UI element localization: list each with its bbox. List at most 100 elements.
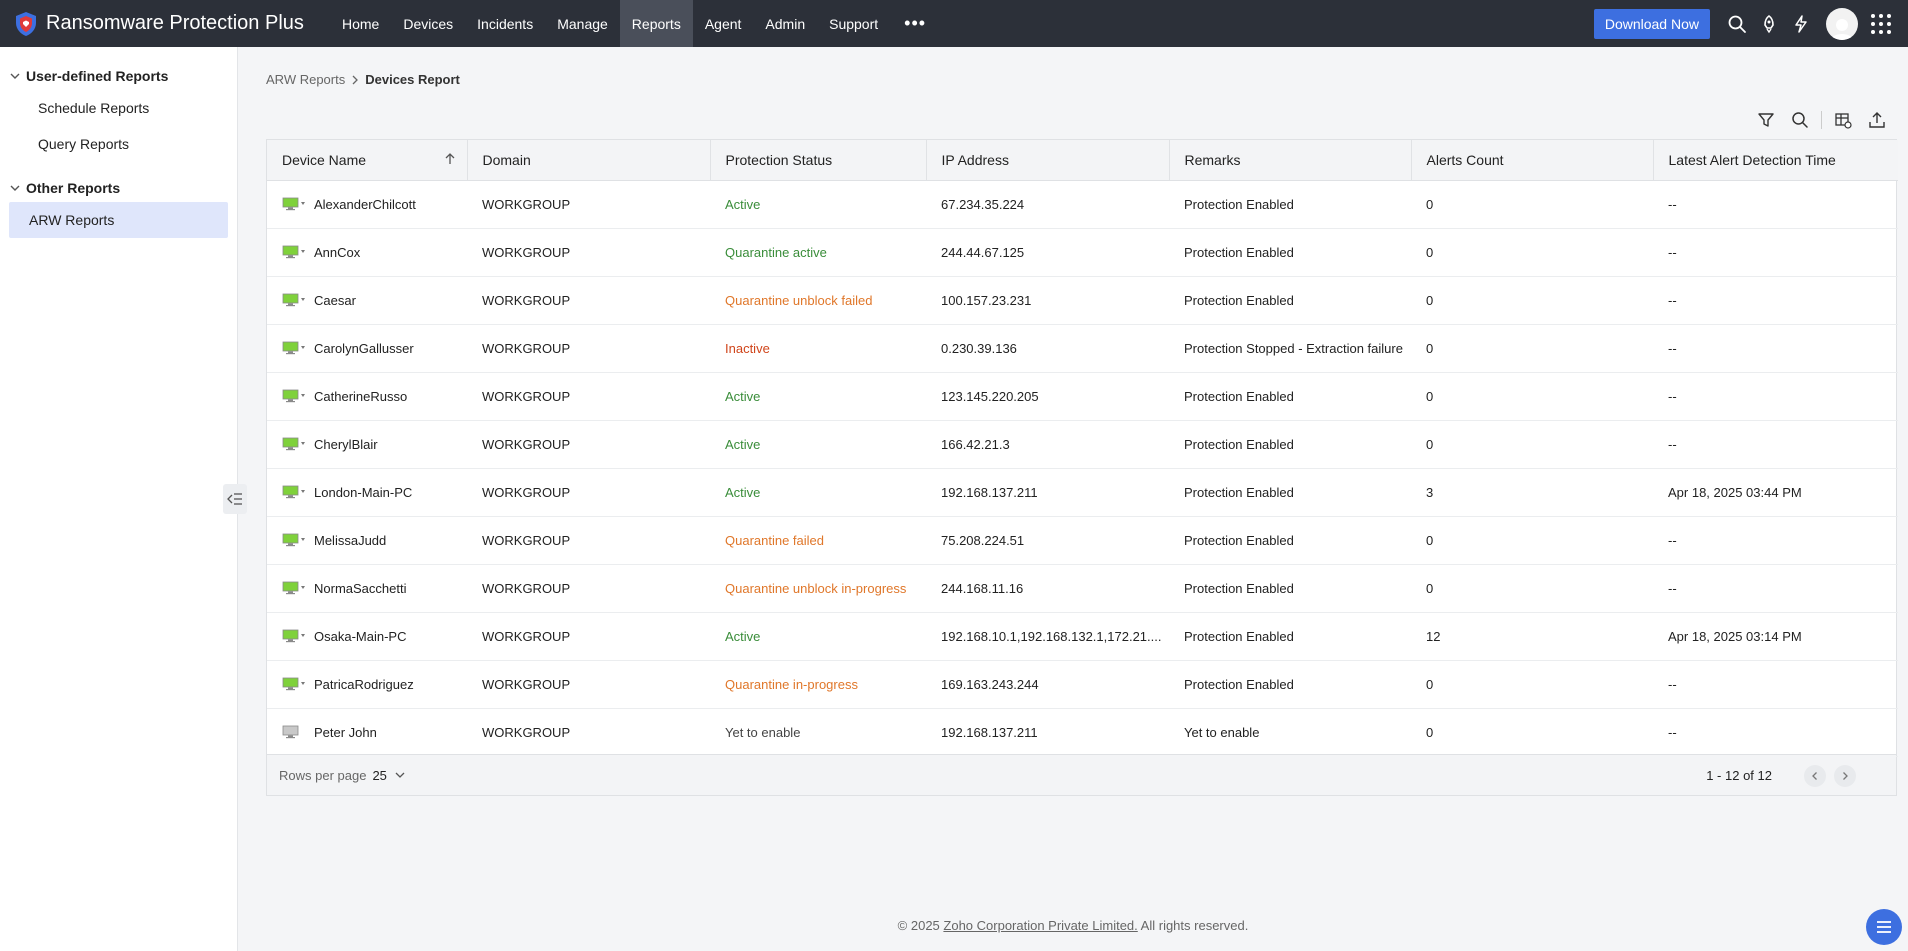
device-name-cell[interactable]: CherylBlair [267,420,467,469]
column-header-remarks[interactable]: Remarks [1169,140,1412,181]
device-name-text[interactable]: Caesar [314,293,356,308]
device-name-cell[interactable]: AlexanderChilcott [267,180,467,229]
device-name-text[interactable]: AlexanderChilcott [314,197,416,212]
nav-agent[interactable]: Agent [693,0,754,47]
help-menu-icon[interactable] [1866,909,1902,945]
device-name[interactable]: AnnCox [282,245,467,260]
protection-status-cell: Active [710,612,926,661]
table-row[interactable]: Osaka-Main-PC WORKGROUP Active 192.168.10.1… [267,612,1898,661]
device-name-text[interactable]: AnnCox [314,245,360,260]
download-now-button[interactable]: Download Now [1593,8,1710,39]
chevron-down-icon[interactable] [395,770,405,780]
nav-home[interactable]: Home [330,0,391,47]
device-name-cell[interactable]: London-Main-PC [267,468,467,517]
remarks-cell: Protection Enabled [1169,180,1411,229]
column-header-alerts-count[interactable]: Alerts Count [1411,140,1654,181]
device-name-text[interactable]: Peter John [314,725,377,740]
device-name-cell[interactable]: MelissaJudd [267,516,467,565]
chevron-down-icon [10,73,20,79]
device-name-text[interactable]: MelissaJudd [314,533,386,548]
next-page-button[interactable] [1834,764,1856,787]
monitor-icon [282,389,305,403]
breadcrumb-parent-link[interactable]: ARW Reports [266,72,345,87]
export-icon[interactable] [1860,108,1894,132]
table-row[interactable]: CherylBlair WORKGROUP Active 166.42.21.3 Pro… [267,420,1898,469]
sidebar-group-other-reports[interactable]: Other Reports [0,174,237,202]
device-name[interactable]: AlexanderChilcott [282,197,467,212]
sidebar-item-query-reports[interactable]: Query Reports [9,126,228,162]
column-header-device-name[interactable]: Device Name [267,140,468,181]
nav-admin[interactable]: Admin [753,0,817,47]
device-name-cell[interactable]: Peter John [267,708,467,757]
table-row[interactable]: CarolynGallusser WORKGROUP Inactive 0.230.3… [267,324,1898,373]
device-name[interactable]: Osaka-Main-PC [282,629,467,644]
table-row[interactable]: AnnCox WORKGROUP Quarantine active 244.44.6… [267,228,1898,277]
table-row[interactable]: MelissaJudd WORKGROUP Quarantine failed 75.… [267,516,1898,565]
device-name[interactable]: MelissaJudd [282,533,467,548]
nav-support[interactable]: Support [817,0,890,47]
column-header-latest-alert-detection-time[interactable]: Latest Alert Detection Time [1653,140,1898,181]
apps-grid-icon[interactable] [1866,9,1896,39]
device-name[interactable]: PatricaRodriguez [282,677,467,692]
sidebar-item-schedule-reports[interactable]: Schedule Reports [9,90,228,126]
device-name-text[interactable]: CatherineRusso [314,389,407,404]
copyright-suffix: All rights reserved. [1137,918,1249,933]
collapse-sidebar-icon[interactable] [223,484,247,514]
device-name-text[interactable]: CherylBlair [314,437,378,452]
device-name-text[interactable]: NormaSacchetti [314,581,406,596]
device-name-cell[interactable]: Caesar [267,276,467,325]
device-name[interactable]: CatherineRusso [282,389,467,404]
nav-manage[interactable]: Manage [545,0,620,47]
sidebar: User-defined Reports Schedule Reports Qu… [0,47,238,951]
brand[interactable]: Ransomware Protection Plus [0,11,330,37]
search-icon[interactable] [1722,9,1752,39]
device-name[interactable]: Peter John [282,725,467,740]
table-row[interactable]: CatherineRusso WORKGROUP Active 123.145.220… [267,372,1898,421]
device-name-text[interactable]: Osaka-Main-PC [314,629,406,644]
device-name-cell[interactable]: NormaSacchetti [267,564,467,613]
rocket-icon[interactable] [1754,9,1784,39]
device-name-cell[interactable]: CarolynGallusser [267,324,467,373]
table-row[interactable]: AlexanderChilcott WORKGROUP Active 67.234.3… [267,180,1898,229]
search-icon[interactable] [1783,108,1817,132]
avatar[interactable] [1826,7,1858,40]
remarks-cell: Protection Enabled [1169,612,1411,661]
sidebar-group-user-defined-reports[interactable]: User-defined Reports [0,62,237,90]
device-name-cell[interactable]: Osaka-Main-PC [267,612,467,661]
filter-icon[interactable] [1749,108,1783,132]
device-name-cell[interactable]: AnnCox [267,228,467,277]
nav-devices[interactable]: Devices [391,0,465,47]
table-row[interactable]: PatricaRodriguez WORKGROUP Quarantine in-p… [267,660,1898,709]
company-link[interactable]: Zoho Corporation Private Limited. [943,918,1137,933]
column-header-domain[interactable]: Domain [467,140,711,181]
table-row[interactable]: Caesar WORKGROUP Quarantine unblock failed… [267,276,1898,325]
latest-alert-time-cell: -- [1653,420,1898,469]
device-name-text[interactable]: London-Main-PC [314,485,412,500]
device-name[interactable]: London-Main-PC [282,485,467,500]
device-name[interactable]: Caesar [282,293,467,308]
nav-incidents[interactable]: Incidents [465,0,545,47]
device-name-text[interactable]: PatricaRodriguez [314,677,414,692]
protection-status-cell: Active [710,468,926,517]
sort-up-icon[interactable] [443,152,457,166]
table-row[interactable]: NormaSacchetti WORKGROUP Quarantine unbloc… [267,564,1898,613]
device-name[interactable]: NormaSacchetti [282,581,467,596]
nav-reports[interactable]: Reports [619,0,693,47]
device-name-cell[interactable]: CatherineRusso [267,372,467,421]
pagination: 1 - 12 of 12 [1706,755,1856,796]
device-name[interactable]: CherylBlair [282,437,467,452]
table-row[interactable]: Peter John WORKGROUP Yet to enable 192.168.… [267,708,1898,757]
nav-more-icon[interactable]: ••• [890,0,940,47]
table-row[interactable]: London-Main-PC WORKGROUP Active 192.168.137… [267,468,1898,517]
table-settings-icon[interactable] [1826,108,1860,132]
remarks-cell: Protection Enabled [1169,660,1411,709]
sidebar-item-arw-reports[interactable]: ARW Reports [9,202,228,238]
previous-page-button[interactable] [1804,764,1826,787]
column-header-ip-address[interactable]: IP Address [926,140,1170,181]
rows-per-page-select[interactable]: 25 [372,768,386,783]
device-name[interactable]: CarolynGallusser [282,341,467,356]
column-header-protection-status[interactable]: Protection Status [710,140,927,181]
device-name-text[interactable]: CarolynGallusser [314,341,414,356]
lightning-icon[interactable] [1786,9,1816,39]
device-name-cell[interactable]: PatricaRodriguez [267,660,467,709]
